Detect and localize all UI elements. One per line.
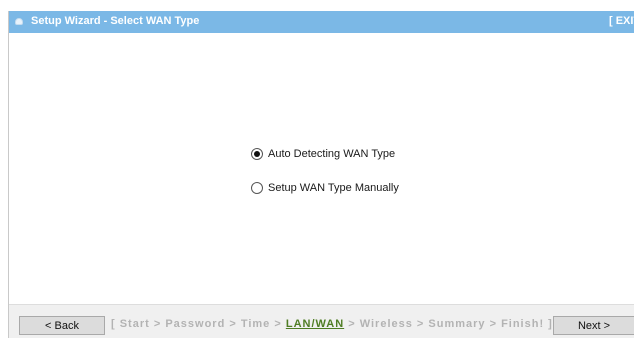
radio-manual[interactable] — [251, 182, 263, 194]
wizard-frame: Setup Wizard - Select WAN Type [ EXIT Au… — [8, 11, 634, 338]
option-manual-label: Setup WAN Type Manually — [268, 182, 399, 194]
bulb-icon — [15, 18, 23, 25]
steps-suffix: > Wireless > Summary > Finish! ] — [344, 318, 553, 330]
radio-auto-detect[interactable] — [251, 148, 263, 160]
wizard-title-bar: Setup Wizard - Select WAN Type [ EXIT — [9, 11, 634, 33]
page-title: Setup Wizard - Select WAN Type — [31, 15, 200, 27]
back-button[interactable]: < Back — [19, 316, 105, 335]
next-button[interactable]: Next > — [553, 316, 634, 335]
wan-type-panel: Auto Detecting WAN Type Setup WAN Type M… — [9, 33, 634, 304]
steps-prefix: [ Start > Password > Time > — [111, 318, 286, 330]
current-step: LAN/WAN — [285, 318, 345, 330]
option-auto-detect-label: Auto Detecting WAN Type — [268, 148, 396, 160]
wizard-steps-breadcrumb: [ Start > Password > Time > LAN/WAN > Wi… — [111, 318, 553, 330]
exit-link[interactable]: [ EXIT — [609, 15, 634, 27]
wizard-footer: < Back [ Start > Password > Time > LAN/W… — [9, 304, 634, 338]
radio-selected-dot — [254, 151, 260, 157]
